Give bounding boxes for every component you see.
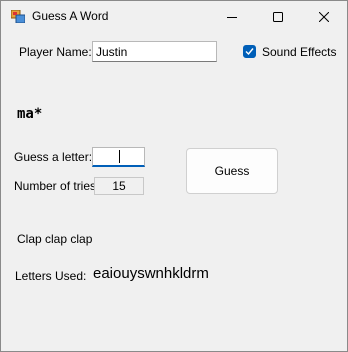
guess-letter-label: Guess a letter: — [14, 150, 93, 164]
letters-used-value: eaiouyswnhkldrm — [93, 265, 209, 282]
main-window: Guess A Word Player Name: Sound Effects … — [0, 0, 348, 352]
minimize-icon — [227, 16, 237, 18]
sound-effects-checkbox[interactable] — [243, 45, 256, 58]
number-of-tries-value: 15 — [94, 177, 144, 195]
sound-effects-label: Sound Effects — [262, 45, 337, 59]
minimize-button[interactable] — [209, 1, 255, 32]
word-pattern: ma* — [17, 106, 43, 122]
title-bar: Guess A Word — [1, 1, 347, 32]
close-button[interactable] — [301, 1, 347, 32]
number-of-tries-label: Number of tries: — [14, 179, 100, 193]
checkmark-icon — [245, 48, 254, 56]
status-message: Clap clap clap — [17, 232, 93, 246]
window-title: Guess A Word — [32, 9, 109, 23]
app-icon — [10, 9, 26, 24]
player-name-label: Player Name: — [19, 45, 92, 59]
guess-letter-input[interactable] — [92, 147, 145, 167]
player-name-input[interactable] — [92, 41, 217, 62]
maximize-icon — [273, 11, 283, 22]
maximize-button[interactable] — [255, 1, 301, 32]
close-icon — [319, 11, 329, 22]
text-cursor — [119, 150, 120, 163]
guess-button[interactable]: Guess — [186, 148, 278, 194]
letters-used-label: Letters Used: — [15, 269, 87, 283]
